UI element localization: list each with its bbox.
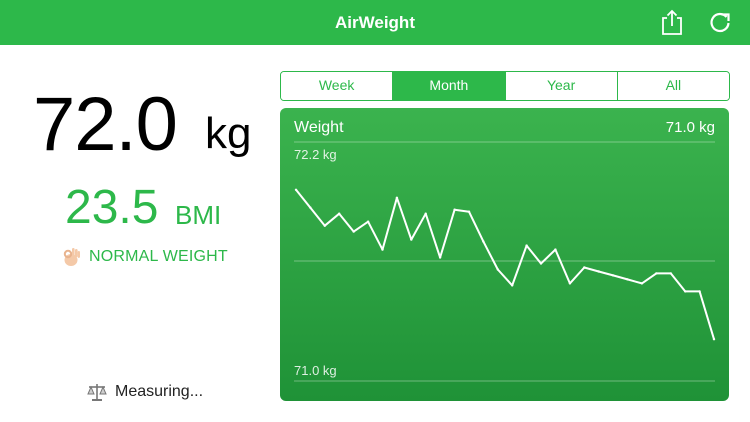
weight-value: 72.0 <box>33 82 178 167</box>
data-point <box>511 284 514 287</box>
data-point <box>525 244 528 247</box>
data-point <box>669 272 672 275</box>
bmi-unit: BMI <box>175 200 222 230</box>
data-point <box>323 224 326 227</box>
data-point <box>309 206 312 209</box>
range-selector: Week Month Year All <box>280 71 730 101</box>
data-point <box>338 212 341 215</box>
tab-month[interactable]: Month <box>393 72 506 100</box>
data-point <box>467 210 471 213</box>
chart-latest-value: 71.0 kg <box>666 119 715 136</box>
weight-unit: kg <box>205 109 252 158</box>
y-tick-top: 72.2 kg <box>294 147 337 162</box>
navigation-bar: AirWeight <box>0 0 750 45</box>
weight-readout: 72.0 kg <box>33 80 273 170</box>
data-point <box>640 282 644 285</box>
data-point <box>554 248 557 251</box>
data-point <box>611 274 615 277</box>
data-point <box>352 230 355 233</box>
data-point <box>712 338 716 341</box>
data-point <box>482 240 485 243</box>
data-point <box>453 208 456 211</box>
data-point <box>698 290 701 293</box>
data-point <box>395 196 399 199</box>
scale-icon <box>87 384 107 401</box>
tab-all[interactable]: All <box>617 72 729 100</box>
data-point <box>568 282 572 285</box>
tab-week[interactable]: Week <box>281 72 394 100</box>
data-point <box>424 212 427 215</box>
measuring-label: Measuring... <box>115 383 204 400</box>
data-point <box>294 188 298 191</box>
data-point <box>626 278 629 281</box>
data-point <box>597 270 600 273</box>
data-point <box>366 220 370 223</box>
bmi-value: 23.5 <box>65 181 159 234</box>
data-point <box>655 272 658 275</box>
chart-title: Weight <box>294 119 344 136</box>
share-icon[interactable] <box>658 8 686 36</box>
tab-year[interactable]: Year <box>505 72 618 100</box>
refresh-icon[interactable] <box>706 8 734 36</box>
data-point <box>496 268 499 271</box>
data-point <box>381 248 384 251</box>
weight-status-label: NORMAL WEIGHT <box>89 248 228 265</box>
data-point <box>410 238 413 241</box>
weight-chart: Weight 71.0 kg 72.2 kg 71.0 kg <box>294 119 716 382</box>
data-point <box>684 290 687 293</box>
weight-series-line <box>295 189 715 340</box>
ok-hand-icon <box>63 248 80 266</box>
data-point <box>438 256 442 259</box>
y-tick-bottom: 71.0 kg <box>294 363 337 378</box>
app-title: AirWeight <box>335 13 415 32</box>
data-point <box>583 266 586 269</box>
weight-chart-card: Weight 71.0 kg 72.2 kg 71.0 kg <box>280 108 729 401</box>
data-point <box>539 262 543 265</box>
